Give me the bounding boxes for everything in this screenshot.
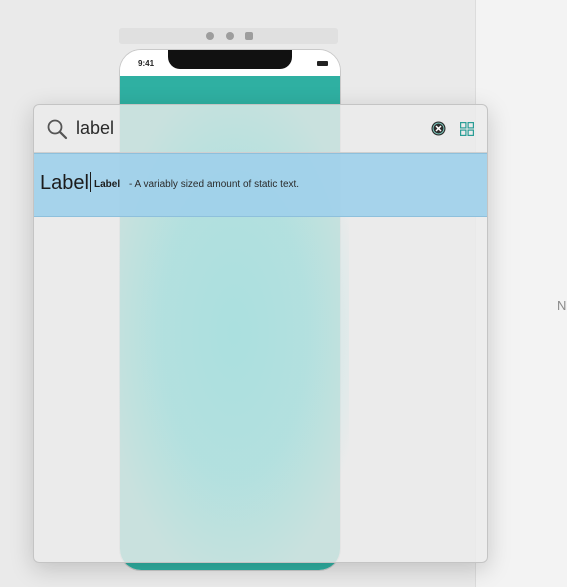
result-description: - A variably sized amount of static text…	[129, 179, 300, 190]
scene-dock	[119, 28, 338, 44]
inspector-placeholder-text: N	[557, 298, 567, 313]
search-icon	[47, 119, 68, 140]
result-title: Label	[94, 179, 121, 190]
status-bar: 9:41	[120, 50, 340, 76]
exit-icon[interactable]	[245, 32, 253, 40]
battery-icon	[317, 61, 328, 66]
result-preview-text: Label	[40, 172, 89, 194]
device-notch	[168, 50, 292, 69]
object-library-popover: Label Label - A variably sized amount of…	[33, 104, 488, 563]
library-search-bar	[34, 105, 487, 153]
result-preview: Label	[40, 172, 91, 195]
library-search-input[interactable]	[76, 116, 376, 140]
status-time: 9:41	[138, 59, 155, 68]
library-result-item[interactable]: Label Label - A variably sized amount of…	[34, 153, 487, 217]
inspector-panel: N	[475, 0, 567, 587]
clear-circle-icon[interactable]	[431, 121, 446, 136]
first-responder-icon[interactable]	[226, 32, 234, 40]
grid-icon[interactable]	[460, 122, 474, 136]
view-controller-icon[interactable]	[206, 32, 214, 40]
text-cursor	[89, 172, 91, 192]
